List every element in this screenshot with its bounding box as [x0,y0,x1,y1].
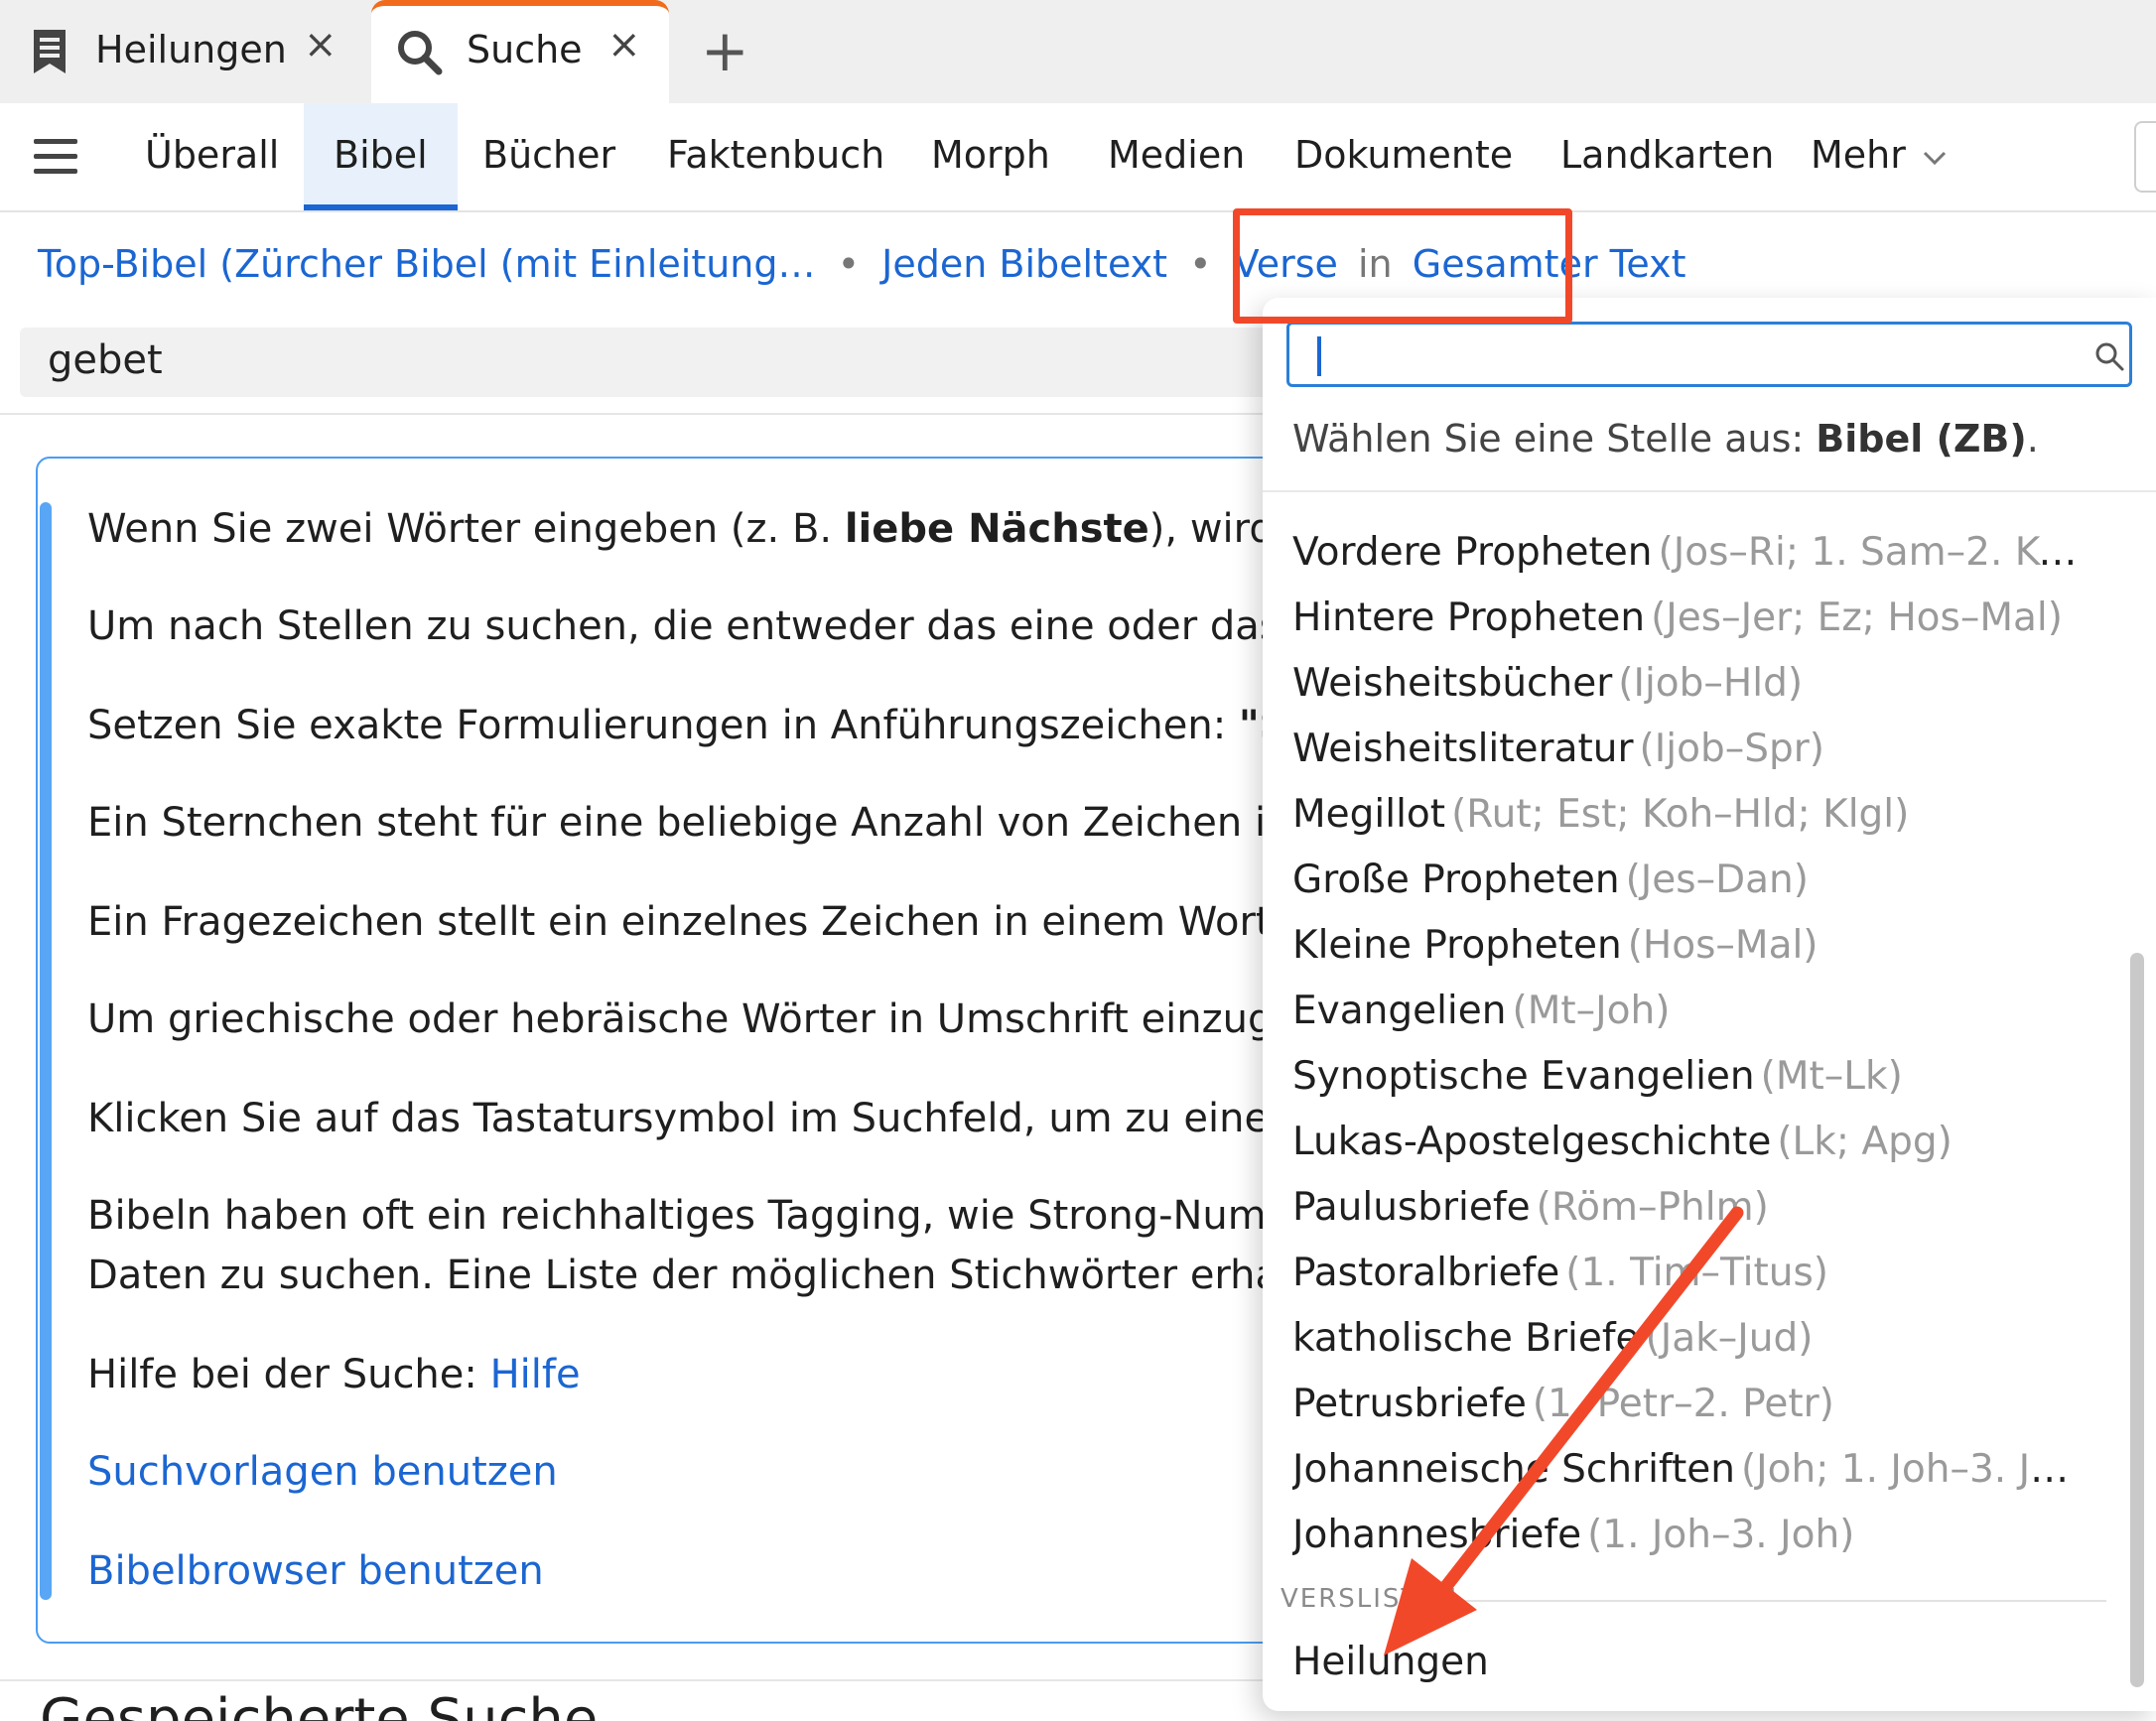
search-input[interactable]: gebet [20,328,1300,397]
list-item[interactable]: Weisheitsliteratur (Ijob–Spr) [1292,727,1824,786]
nav-item-medien[interactable]: Medien [1108,103,1245,210]
help-text: Setzen Sie exakte Formulierungen in Anfü… [87,703,1344,748]
bible-browser-link[interactable]: Bibelbrowser benutzen [87,1548,544,1594]
list-item[interactable]: Lukas-Apostelgeschichte (Lk; Apg) [1292,1120,1953,1179]
nav-item-buecher[interactable]: Bücher [482,103,615,210]
list-item[interactable]: Megillot (Rut; Est; Koh–Hld; Klgl) [1292,792,1909,852]
nav-overflow-control[interactable] [2134,121,2156,193]
bible-selector-link[interactable]: Top-Bibel (Zürcher Bibel (mit Einleitung… [38,242,816,286]
bookmark-list-icon [34,30,66,73]
help-accent-bar [40,502,52,1600]
range-hint: Wählen Sie eine Stelle aus: Bibel (ZB). [1292,417,2039,461]
saved-search-heading: Gespeicherte Suche [40,1687,599,1721]
nav-item-ueberall[interactable]: Überall [145,103,279,210]
list-item[interactable]: Hintere Propheten (Jes–Jer; Ez; Hos–Mal) [1292,596,2063,655]
tab-bar: Heilungen × Suche × + [0,0,2156,109]
search-icon [2095,342,2124,371]
help-text: Klicken Sie auf das Tastatursymbol im Su… [87,1096,1340,1141]
breadcrumb-separator: • [837,242,861,286]
help-text: Um nach Stellen zu suchen, die entweder … [87,603,1334,649]
tab-label: Suche [467,28,583,71]
scrollbar[interactable] [2130,953,2144,1687]
help-link[interactable]: Hilfe [490,1352,581,1397]
nav-item-bibel[interactable]: Bibel [304,103,458,210]
nav-item-landkarten[interactable]: Landkarten [1560,103,1774,210]
search-query: gebet [48,337,163,383]
menu-icon[interactable] [34,139,77,175]
nav-item-faktenbuch[interactable]: Faktenbuch [667,103,884,210]
list-item[interactable]: Vordere Propheten (Jos–Ri; 1. Sam–2. Kön) [1292,530,2087,590]
search-type-nav: Überall Bibel Bücher Faktenbuch Morph Me… [0,103,2156,212]
search-icon [398,31,443,75]
list-item[interactable]: Weisheitsbücher (Ijob–Hld) [1292,661,1803,721]
new-tab-button[interactable]: + [701,22,749,79]
list-item[interactable]: Große Propheten (Jes–Dan) [1292,858,1809,917]
list-item[interactable]: Evangelien (Mt–Joh) [1292,989,1670,1048]
search-templates-link[interactable]: Suchvorlagen benutzen [87,1449,558,1495]
tab-suche[interactable]: Suche × [371,0,669,109]
annotation-highlight-box [1233,208,1572,324]
nav-item-mehr[interactable]: Mehr [1811,103,1948,210]
range-filter-input[interactable] [1286,322,2132,387]
breadcrumb-separator: • [1189,242,1212,286]
tab-heilungen[interactable]: Heilungen × [0,0,367,103]
annotation-arrow-icon [1384,1206,1744,1655]
text-caret [1317,336,1321,376]
search-help-panel: Wenn Sie zwei Wörter eingeben (z. B. lie… [36,457,1425,1644]
help-text: Wenn Sie zwei Wörter eingeben (z. B. lie… [87,506,1384,552]
help-text: Ein Sternchen steht für eine beliebige A… [87,800,1339,846]
help-text: Bibeln haben oft ein reichhaltiges Taggi… [87,1193,1330,1239]
nav-item-morph[interactable]: Morph [931,103,1050,210]
help-text: Um griechische oder hebräische Wörter in… [87,996,1323,1042]
help-text: Daten zu suchen. Eine Liste der mögliche… [87,1253,1331,1298]
text-type-link[interactable]: Jeden Bibeltext [881,242,1167,286]
close-icon[interactable]: × [607,22,641,67]
tab-label: Heilungen [95,28,287,71]
divider [0,1679,1390,1681]
nav-item-dokumente[interactable]: Dokumente [1294,103,1513,210]
help-text: Ein Fragezeichen stellt ein einzelnes Ze… [87,899,1334,945]
list-item[interactable]: Kleine Propheten (Hos–Mal) [1292,923,1819,983]
help-text: Hilfe bei der Suche: Hilfe [87,1352,581,1397]
divider [1263,490,2156,492]
close-icon[interactable]: × [304,22,337,67]
list-item[interactable]: Synoptische Evangelien (Mt–Lk) [1292,1054,1903,1114]
chevron-down-icon [1923,151,1947,165]
nav-item-label: Mehr [1811,133,1906,177]
